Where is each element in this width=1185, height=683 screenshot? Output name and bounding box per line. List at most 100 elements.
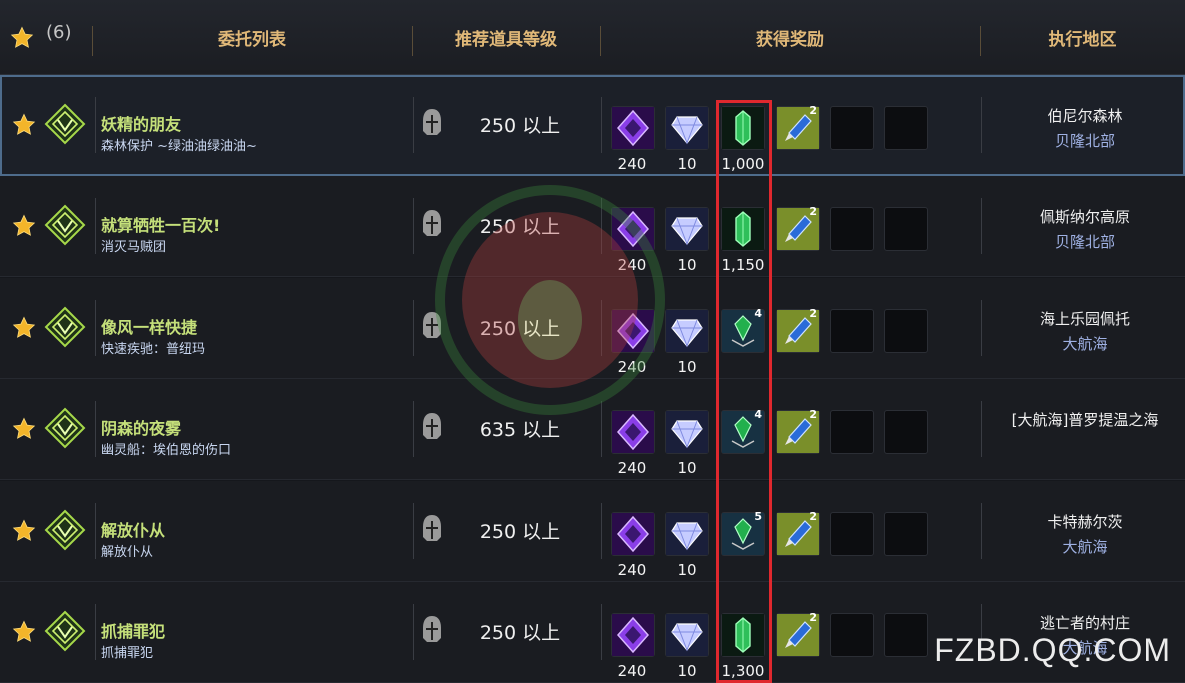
reward-slot-empty[interactable]	[884, 207, 928, 251]
purple-gem-icon	[612, 614, 654, 656]
quest-emblem-icon	[44, 610, 86, 652]
reward-slot-empty[interactable]	[830, 512, 874, 556]
reward-badge: 5	[754, 510, 762, 523]
row-divider	[413, 604, 414, 660]
reward-slot-empty[interactable]	[830, 410, 874, 454]
reward-amount: 1,000	[721, 155, 765, 173]
row-divider	[95, 503, 96, 559]
crystal-heart-icon	[666, 310, 708, 352]
reward-amount: 240	[617, 358, 647, 376]
quest-row[interactable]: 就算牺牲一百次! 消灭马贼团 250 以上 240 10 1,150 2 佩斯纳…	[0, 176, 1185, 277]
reward-slot-purple-gem[interactable]	[611, 207, 655, 251]
reward-slot-purple-gem[interactable]	[611, 512, 655, 556]
row-divider	[413, 503, 414, 559]
reward-slot-crystal[interactable]	[665, 613, 709, 657]
recommended-level: 635 以上	[479, 419, 561, 441]
reward-amount: 1,300	[721, 662, 765, 680]
reward-slot-green-crystal[interactable]: 4	[721, 408, 765, 454]
purple-gem-icon	[612, 411, 654, 453]
quest-subtitle: 解放仆从	[101, 545, 154, 560]
reward-slot-potion[interactable]: 2	[776, 510, 820, 556]
helmet-icon	[420, 513, 444, 543]
reward-slot-green-crystal[interactable]	[721, 106, 765, 150]
helmet-icon	[420, 208, 444, 238]
quest-count: (6)	[46, 22, 72, 43]
star-icon[interactable]	[12, 620, 36, 644]
reward-badge: 2	[809, 205, 817, 218]
reward-slot-potion[interactable]: 2	[776, 611, 820, 657]
crystal-heart-icon	[666, 614, 708, 656]
crystal-heart-icon	[666, 513, 708, 555]
star-icon[interactable]	[12, 519, 36, 543]
row-divider	[981, 401, 982, 457]
reward-slot-empty[interactable]	[830, 309, 874, 353]
reward-amount: 10	[677, 155, 697, 173]
location-region[interactable]: 大航海	[985, 333, 1185, 354]
quest-row[interactable]: 阴森的夜雾 幽灵船：埃伯恩的伤口 635 以上 240 10 4 2 [大航海]…	[0, 379, 1185, 480]
reward-badge: 4	[754, 408, 762, 421]
star-icon[interactable]	[12, 316, 36, 340]
green-crystal-icon	[722, 208, 764, 250]
quest-emblem-icon	[44, 407, 86, 449]
reward-slot-crystal[interactable]	[665, 512, 709, 556]
crystal-heart-icon	[666, 411, 708, 453]
quest-title: 就算牺牲一百次!	[101, 216, 221, 235]
reward-slot-purple-gem[interactable]	[611, 613, 655, 657]
reward-slot-potion[interactable]: 2	[776, 408, 820, 454]
reward-slot-green-crystal[interactable]: 4	[721, 307, 765, 353]
reward-slot-potion[interactable]: 2	[776, 104, 820, 150]
star-icon[interactable]	[12, 417, 36, 441]
reward-slot-crystal[interactable]	[665, 410, 709, 454]
reward-slot-empty[interactable]	[884, 309, 928, 353]
reward-slot-empty[interactable]	[884, 512, 928, 556]
quest-row[interactable]: 妖精的朋友 森林保护 ~绿油油绿油油~ 250 以上 240 10 1,000 …	[0, 75, 1185, 176]
reward-slot-empty[interactable]	[830, 106, 874, 150]
reward-badge: 2	[809, 307, 817, 320]
reward-amount: 240	[617, 256, 647, 274]
reward-slot-crystal[interactable]	[665, 207, 709, 251]
reward-slot-crystal[interactable]	[665, 309, 709, 353]
reward-slot-green-crystal[interactable]: 5	[721, 510, 765, 556]
reward-slot-crystal[interactable]	[665, 106, 709, 150]
location-region[interactable]: 贝隆北部	[985, 130, 1185, 151]
reward-slot-potion[interactable]: 2	[776, 205, 820, 251]
reward-slot-empty[interactable]	[884, 613, 928, 657]
quest-title: 抓捕罪犯	[101, 622, 166, 641]
quest-subtitle: 森林保护 ~绿油油绿油油~	[101, 139, 257, 154]
reward-amount: 240	[617, 155, 647, 173]
reward-slot-empty[interactable]	[830, 613, 874, 657]
quest-subtitle: 幽灵船：埃伯恩的伤口	[101, 443, 232, 458]
location-name: [大航海]普罗提温之海	[1011, 411, 1159, 429]
reward-slot-purple-gem[interactable]	[611, 106, 655, 150]
star-icon[interactable]	[12, 214, 36, 238]
quest-row[interactable]: 解放仆从 解放仆从 250 以上 240 10 5 2 卡特赫尔茨 大航海	[0, 481, 1185, 582]
reward-slot-empty[interactable]	[830, 207, 874, 251]
reward-badge: 4	[754, 307, 762, 320]
row-divider	[601, 604, 602, 660]
recommended-level: 250 以上	[479, 521, 561, 543]
reward-amount: 240	[617, 662, 647, 680]
reward-amount: 240	[617, 561, 647, 579]
reward-slot-empty[interactable]	[884, 106, 928, 150]
purple-gem-icon	[612, 208, 654, 250]
reward-slot-purple-gem[interactable]	[611, 410, 655, 454]
reward-slot-green-crystal[interactable]	[721, 207, 765, 251]
location-name: 海上乐园佩托	[1039, 310, 1130, 328]
quest-row[interactable]: 像风一样快捷 快速疾驰：普纽玛 250 以上 240 10 4 2 海上乐园佩托…	[0, 278, 1185, 379]
reward-slot-empty[interactable]	[884, 410, 928, 454]
star-icon	[10, 26, 34, 50]
quest-title: 解放仆从	[101, 521, 166, 540]
reward-amount: 240	[617, 459, 647, 477]
star-icon[interactable]	[12, 113, 36, 137]
quest-title: 像风一样快捷	[101, 318, 198, 337]
row-divider	[601, 300, 602, 356]
column-rewards: 获得奖励	[756, 29, 824, 50]
reward-slot-green-crystal[interactable]	[721, 613, 765, 657]
reward-slot-purple-gem[interactable]	[611, 309, 655, 353]
location-region[interactable]: 大航海	[985, 536, 1185, 557]
row-divider	[413, 401, 414, 457]
quest-emblem-icon	[44, 103, 86, 145]
location-region[interactable]: 贝隆北部	[985, 231, 1185, 252]
row-divider	[95, 198, 96, 254]
reward-slot-potion[interactable]: 2	[776, 307, 820, 353]
